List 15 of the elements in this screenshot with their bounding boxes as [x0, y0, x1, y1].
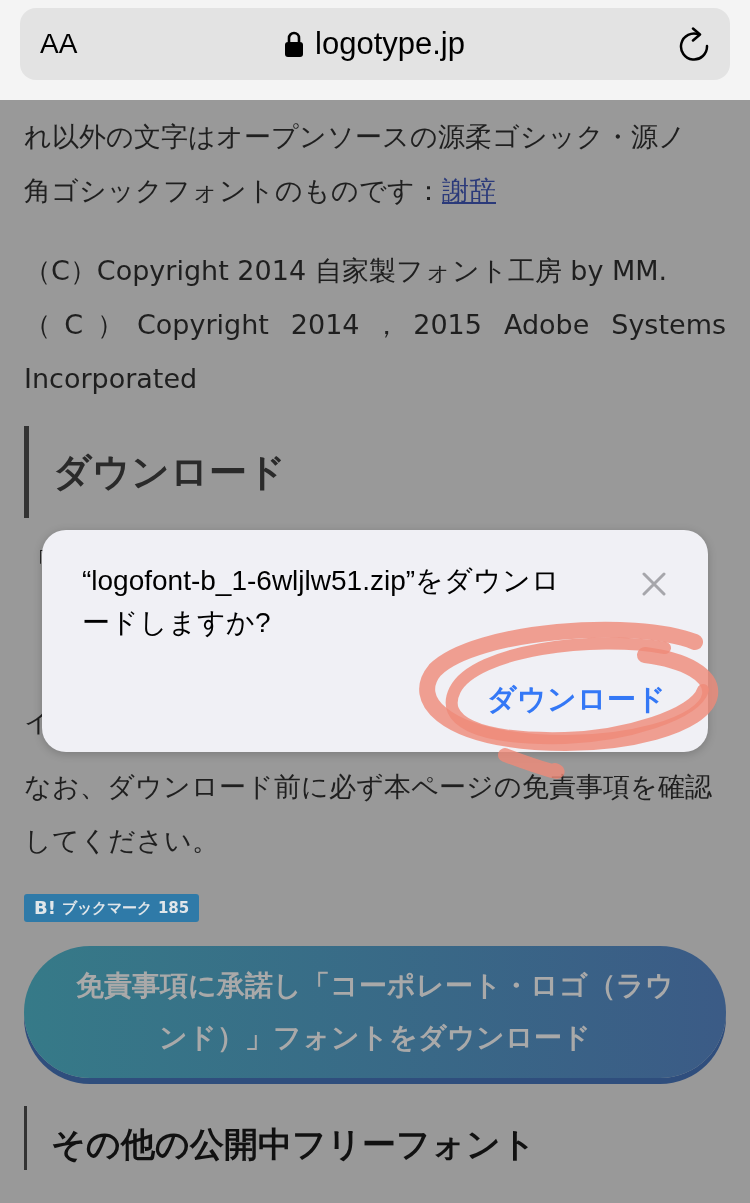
- dialog-message: “logofont-b_1-6wljlw51.zip”をダウンロードしますか?: [82, 564, 562, 640]
- copyright-text: （C）Copyright 2014 自家製フォント工房 by MM.: [24, 254, 669, 288]
- text-size-button[interactable]: AA: [40, 28, 78, 60]
- download-button[interactable]: ダウンロード: [487, 680, 666, 720]
- notice-text: なお、ダウンロード前に必ず本ページの免責事項を確認してください。: [24, 770, 713, 858]
- lock-icon: [285, 31, 303, 57]
- acknowledgements-link[interactable]: 謝辞: [442, 175, 496, 206]
- credits-text: れ以外の文字はオープンソースの源柔ゴシック・源ノ角ゴシックフォントのものです：謝辞: [24, 120, 687, 208]
- bookmark-badge[interactable]: B! ブックマーク 185: [24, 894, 200, 922]
- url-text: logotype.jp: [315, 26, 465, 62]
- section-heading: ダウンロード: [24, 426, 726, 518]
- address-bar[interactable]: AA logotype.jp: [20, 8, 730, 80]
- copyright-text: （C）Copyright 2014，2015 Adobe Systems Incorporated: [24, 308, 726, 396]
- section-heading: その他の公開中フリーフォント: [24, 1106, 726, 1170]
- reload-icon[interactable]: [678, 27, 710, 61]
